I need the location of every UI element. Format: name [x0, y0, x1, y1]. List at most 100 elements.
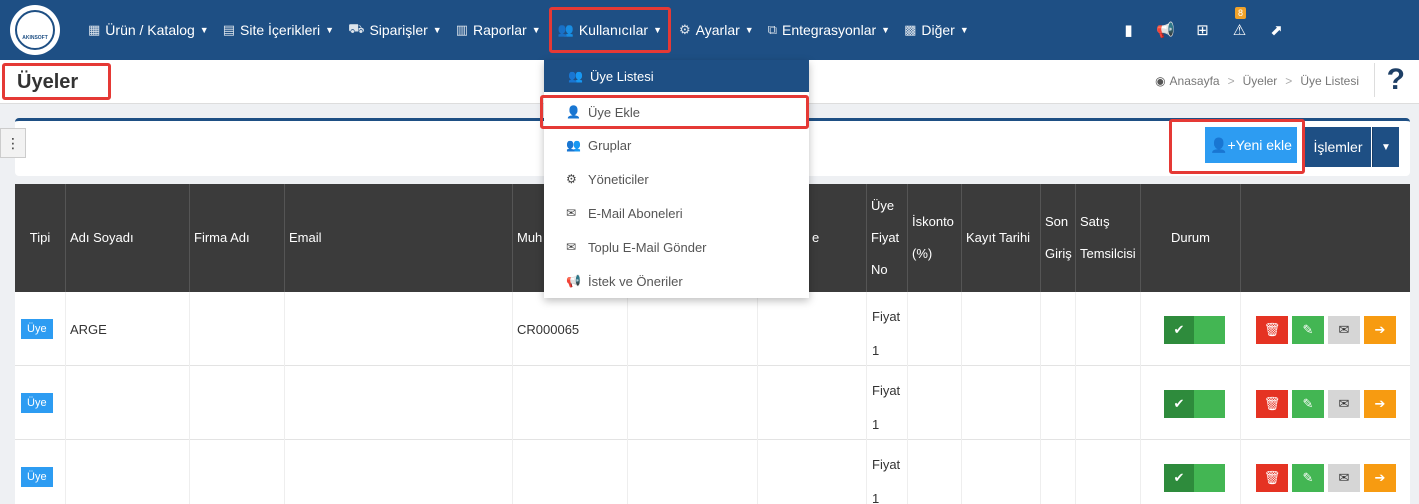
cell-fiyat-line2: 1 [872, 417, 880, 432]
th-fiyat-line1: Üye [871, 198, 895, 213]
nav-site-icerikleri[interactable]: ▤ Site İçerikleri ▼ [217, 12, 340, 48]
alert-badge: 8 [1235, 7, 1247, 19]
menu-item-label: E-Mail Aboneleri [588, 205, 683, 221]
cell-tipi: Üye [15, 366, 66, 440]
help-icon[interactable]: ? [1373, 63, 1405, 97]
caret-down-icon: ▼ [432, 25, 442, 35]
user-plus-icon: 👤 [566, 105, 581, 119]
th-iskonto-line1: İskonto [912, 214, 954, 229]
cell-satis [1076, 440, 1141, 504]
envelope-icon: ✉ [1338, 470, 1350, 485]
th-tipi[interactable]: Tipi [15, 184, 66, 292]
edit-button[interactable]: ✎ [1292, 390, 1324, 418]
cell-fiyat: Fiyat 1 [867, 366, 908, 440]
th-son-line1: Son [1045, 214, 1069, 229]
th-durum[interactable]: Durum [1141, 184, 1241, 292]
status-toggle[interactable]: ✔ [1164, 316, 1225, 344]
new-member-button[interactable]: 👤+ Yeni ekle [1205, 127, 1297, 163]
check-icon: ✔ [1164, 390, 1194, 418]
cell-col7 [758, 292, 867, 366]
toggle-track [1194, 464, 1225, 492]
menu-item-gruplar[interactable]: 👥 Gruplar [544, 128, 809, 162]
th-satis-line1: Satış [1080, 214, 1110, 229]
nav-raporlar[interactable]: ▥ Raporlar ▼ [450, 12, 547, 48]
warning-icon[interactable]: ⚠ 8 [1221, 7, 1258, 39]
mail-button[interactable]: ✉ [1328, 464, 1360, 492]
login-as-button[interactable]: ➔ [1364, 464, 1396, 492]
cell-adi: ARGE [66, 292, 190, 366]
th-uye-fiyat-no[interactable]: Üye Fiyat No [867, 184, 908, 292]
nav-label: Site İçerikleri [240, 22, 321, 38]
pencil-icon: ✎ [1302, 470, 1314, 485]
status-toggle[interactable]: ✔ [1164, 464, 1225, 492]
breadcrumb-separator: > [1285, 74, 1293, 88]
external-link-icon[interactable]: ⬈ [1258, 21, 1295, 39]
caret-down-icon: ▼ [959, 25, 969, 35]
th-iskonto[interactable]: İskonto (%) [908, 184, 962, 292]
breadcrumb-home[interactable]: Anasayfa [1170, 74, 1220, 88]
cell-col6 [628, 292, 758, 366]
megaphone-icon[interactable]: 📢 [1147, 21, 1184, 39]
cell-col7 [758, 440, 867, 504]
delete-button[interactable]: 🗑 [1256, 390, 1288, 418]
login-as-button[interactable]: ➔ [1364, 390, 1396, 418]
menu-item-yoneticiler[interactable]: ⚙ Yöneticiler [544, 162, 809, 196]
users-icon: 👥 [568, 69, 583, 83]
delete-button[interactable]: 🗑 [1256, 464, 1288, 492]
th-email[interactable]: Email [285, 184, 513, 292]
cell-iskonto [908, 366, 962, 440]
new-button-highlight: 👤+ Yeni ekle [1169, 119, 1305, 174]
nav-siparisler[interactable]: ⛟ Siparişler ▼ [342, 12, 448, 48]
nav-label: Kullanıcılar [578, 22, 649, 38]
caret-down-icon: ▼ [744, 25, 754, 35]
login-as-button[interactable]: ➔ [1364, 316, 1396, 344]
edit-button[interactable]: ✎ [1292, 316, 1324, 344]
menu-item-uye-listesi[interactable]: 👥 Üye Listesi [544, 60, 809, 92]
cell-kayit [962, 292, 1041, 366]
delete-button[interactable]: 🗑 [1256, 316, 1288, 344]
th-satis-line2: Temsilcisi [1080, 246, 1136, 261]
nav-urun-katalog[interactable]: ▦ Ürün / Katalog ▼ [82, 12, 215, 48]
menu-item-email-aboneleri[interactable]: ✉ E-Mail Aboneleri [544, 196, 809, 230]
th-satis-temsilcisi[interactable]: Satış Temsilcisi [1076, 184, 1141, 292]
operations-button[interactable]: İşlemler [1305, 127, 1371, 167]
th-kayit-tarihi[interactable]: Kayıt Tarihi [962, 184, 1041, 292]
cell-firma [190, 366, 285, 440]
grid-icon[interactable]: ⊞ [1184, 21, 1221, 39]
mail-button[interactable]: ✉ [1328, 390, 1360, 418]
nav-ayarlar[interactable]: ⚙ Ayarlar ▼ [673, 12, 760, 48]
breadcrumb-uyeler[interactable]: Üyeler [1243, 74, 1278, 88]
th-adi-soyadi[interactable]: Adı Soyadı [66, 184, 190, 292]
th-firma-adi[interactable]: Firma Adı [190, 184, 285, 292]
trash-icon: 🗑 [1263, 396, 1281, 411]
cell-son [1041, 292, 1076, 366]
other-icon: ▩ [904, 22, 917, 37]
cell-fiyat-line2: 1 [872, 343, 880, 358]
brand-logo[interactable]: AKINSOFT [10, 5, 60, 55]
toggle-track [1194, 316, 1225, 344]
th-son-giris[interactable]: Son Giriş [1041, 184, 1076, 292]
menu-item-toplu-email[interactable]: ✉ Toplu E-Mail Gönder [544, 230, 809, 264]
operations-caret[interactable]: ▼ [1372, 127, 1399, 167]
cell-col6 [628, 440, 758, 504]
nav-right-icons: ▮ 📢 ⊞ ⚠ 8 ⬈ [1110, 0, 1295, 60]
nav-diger[interactable]: ▩ Diğer ▼ [898, 12, 975, 48]
status-toggle[interactable]: ✔ [1164, 390, 1225, 418]
dashboard-icon: ◉ [1155, 74, 1166, 88]
reports-icon: ▥ [455, 22, 469, 37]
caret-down-icon: ▼ [653, 25, 663, 35]
nav-kullanicilar[interactable]: 👥 Kullanıcılar ▼ [548, 7, 672, 53]
envelope-icon: ✉ [566, 206, 577, 220]
cell-tipi: Üye [15, 292, 66, 366]
side-menu-toggle[interactable]: ⋮ [0, 128, 26, 158]
book-icon[interactable]: ▮ [1110, 21, 1147, 39]
mail-button[interactable]: ✉ [1328, 316, 1360, 344]
nav-entegrasyonlar[interactable]: ⧉ Entegrasyonlar ▼ [762, 12, 896, 48]
cell-email [285, 440, 513, 504]
menu-item-istek-oneriler[interactable]: 📢 İstek ve Öneriler [544, 264, 809, 298]
cell-firma [190, 292, 285, 366]
settings-icon: ⚙ [679, 22, 691, 37]
edit-button[interactable]: ✎ [1292, 464, 1324, 492]
menu-item-uye-ekle[interactable]: 👤 Üye Ekle [540, 95, 809, 129]
logo-text: AKINSOFT [22, 35, 48, 41]
